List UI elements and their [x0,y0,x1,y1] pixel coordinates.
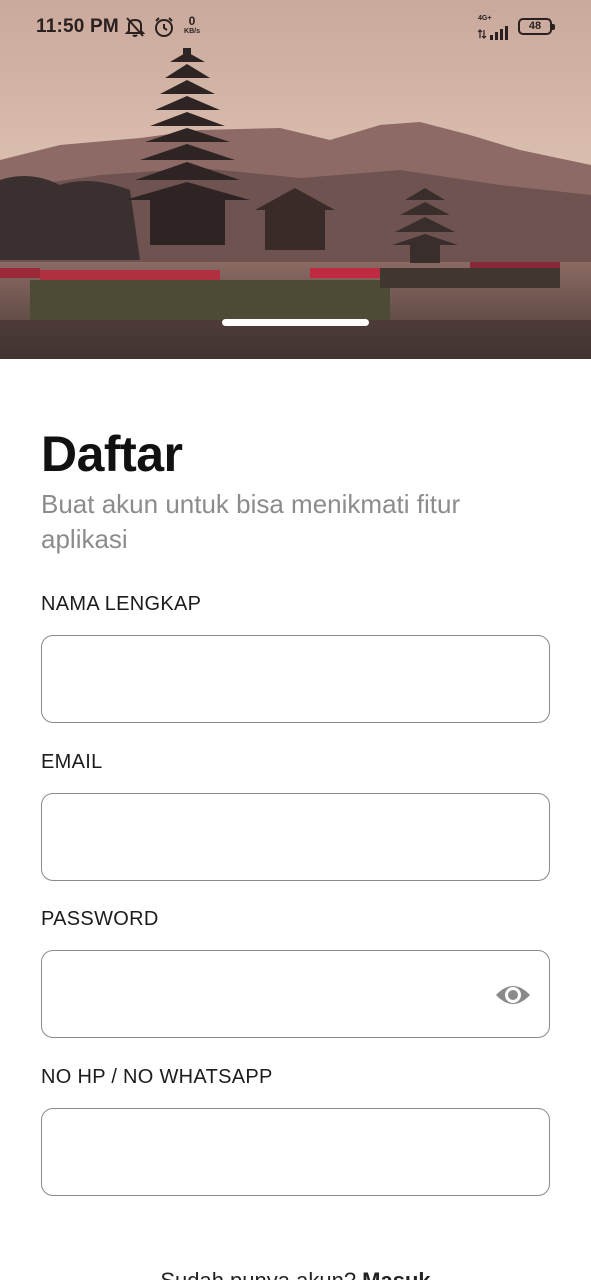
full-name-input[interactable] [42,636,549,722]
full-name-label: NAMA LENGKAP [41,593,202,615]
status-bar: 11:50 PM 0 KB/s 4G+ 48 [0,0,591,56]
email-input[interactable] [42,794,549,880]
login-link[interactable]: Masuk [362,1268,430,1280]
net-speed: 0 KB/s [184,14,200,35]
phone-field[interactable] [41,1108,550,1196]
alarm-icon [155,17,173,37]
page-title: Daftar [41,426,183,482]
password-input[interactable] [42,951,549,1037]
status-time: 11:50 PM [36,16,119,37]
full-name-field[interactable] [41,635,550,723]
password-field[interactable] [41,950,550,1038]
eye-icon[interactable] [495,980,531,1010]
drag-handle[interactable] [222,319,369,326]
phone-label: NO HP / NO WHATSAPP [41,1066,273,1088]
mute-icon [125,17,145,37]
network-type: 4G+ [478,15,492,22]
password-label: PASSWORD [41,908,159,930]
email-field[interactable] [41,793,550,881]
signal-icon [478,26,508,40]
phone-input[interactable] [42,1109,549,1195]
login-prompt: Sudah punya akun? Masuk [0,1268,591,1280]
email-label: EMAIL [41,751,103,773]
page-subtitle: Buat akun untuk bisa menikmati fitur apl… [41,489,461,554]
login-prompt-text: Sudah punya akun? [160,1268,362,1280]
battery-icon: 48 [518,18,555,35]
